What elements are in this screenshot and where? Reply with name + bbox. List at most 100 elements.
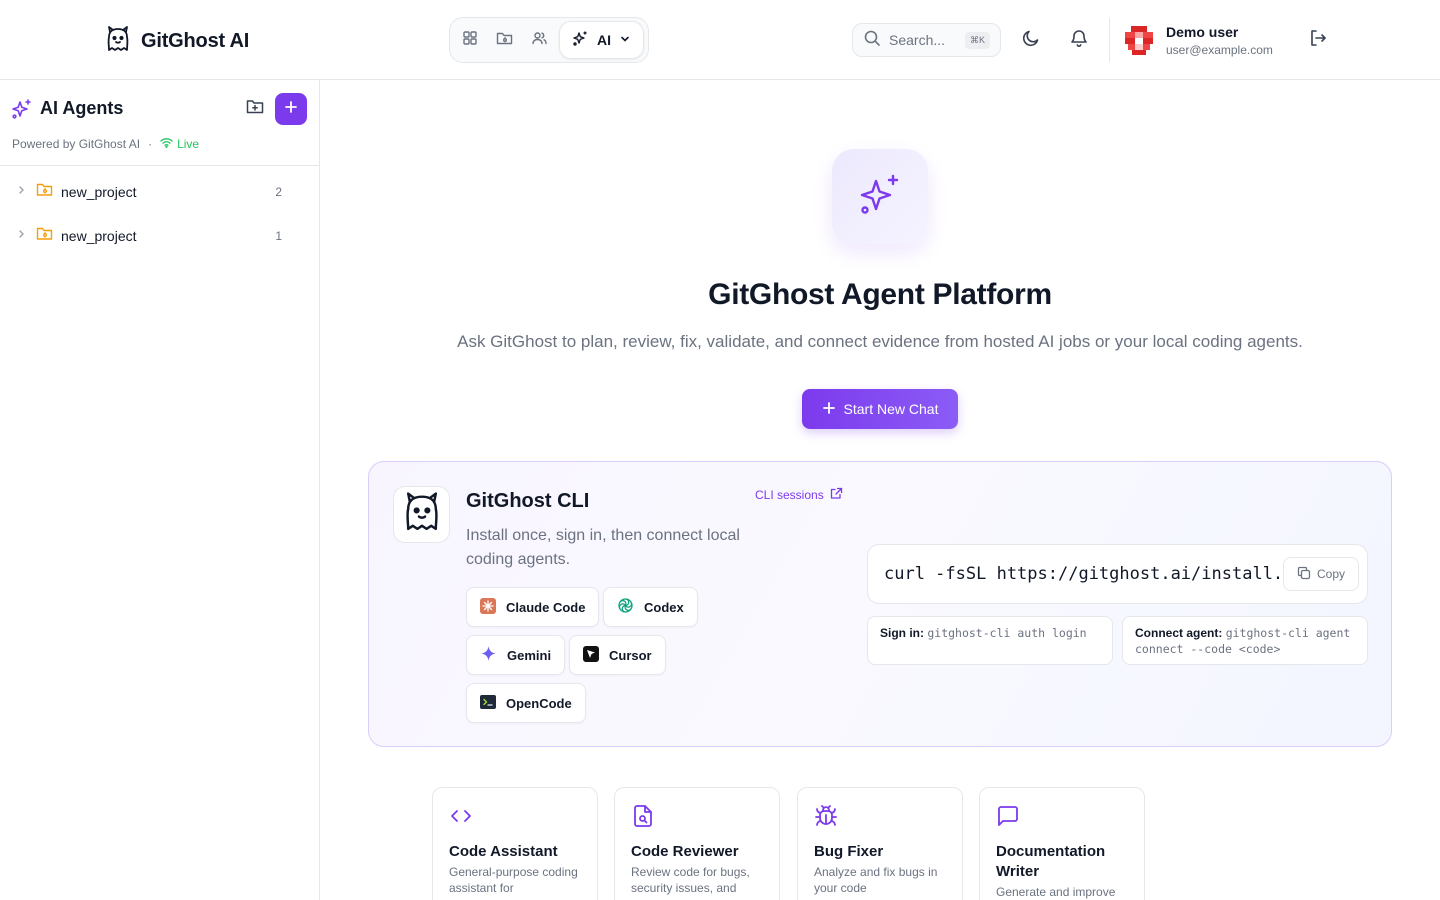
chevron-right-icon [12, 183, 30, 201]
file-search-icon [631, 805, 655, 832]
nav-dashboard[interactable] [454, 22, 485, 58]
powered-by-text: Powered by GitGhost AI [12, 137, 141, 151]
page-title: GitGhost Agent Platform [708, 278, 1052, 311]
agent-chip-cursor[interactable]: Cursor [569, 635, 666, 675]
logout-icon [1308, 28, 1328, 53]
agent-chip-label: Claude Code [506, 599, 586, 615]
folder-git-icon [496, 30, 513, 51]
agent-chip-codex[interactable]: Codex [603, 587, 698, 627]
agent-card-title: Bug Fixer [814, 843, 884, 860]
header-divider [1109, 18, 1110, 62]
start-new-chat-button[interactable]: Start New Chat [802, 389, 958, 429]
agent-card-title: Code Reviewer [631, 843, 739, 860]
notifications-button[interactable] [1064, 25, 1094, 55]
new-folder-button[interactable] [241, 95, 269, 123]
page-subtitle: Ask GitGhost to plan, review, fix, valid… [457, 332, 1303, 351]
subtitle-separator: · [148, 137, 153, 151]
brand[interactable]: GitGhost AI [103, 24, 249, 59]
copy-button[interactable]: Copy [1283, 557, 1359, 591]
sparkles-icon [11, 98, 33, 125]
agent-chip-opencode[interactable]: OpenCode [466, 683, 586, 723]
agent-card-desc: Analyze and fix bugs in your code [814, 865, 938, 895]
sign-in-label: Sign in: [880, 626, 924, 640]
folder-plus-icon [246, 98, 264, 120]
copy-icon [1297, 566, 1311, 583]
connect-agent-hint: Connect agent: gitghost-cli agent connec… [1122, 616, 1368, 665]
sign-in-command: gitghost-cli auth login [927, 626, 1087, 640]
cursor-icon [583, 645, 599, 665]
sidebar-item-label: new_project [61, 228, 137, 244]
agent-card-desc: General-purpose coding assistant for [449, 865, 578, 895]
agent-chip-gemini[interactable]: Gemini [466, 635, 566, 675]
gemini-icon [480, 645, 497, 665]
sidebar-header: AI Agents Powered by GitGhost AI · Live [0, 80, 319, 166]
search-shortcut: ⌘K [964, 31, 990, 49]
live-label: Live [177, 137, 200, 151]
nav-ai-label: AI [597, 32, 611, 48]
wifi-icon [160, 137, 173, 151]
agent-chip-label: OpenCode [506, 695, 572, 711]
claude-icon [480, 597, 496, 617]
cli-description: Install once, sign in, then connect loca… [466, 527, 740, 568]
agent-chip-claude-code[interactable]: Claude Code [466, 587, 600, 627]
bell-icon [1069, 28, 1089, 53]
moon-icon [1021, 28, 1041, 53]
start-new-chat-label: Start New Chat [843, 401, 939, 417]
message-square-icon [996, 806, 1020, 832]
agent-card-title: Documentation Writer [996, 843, 1106, 880]
top-header: GitGhost AI AI Search... ⌘K Demo user us… [0, 0, 1440, 80]
install-command-box[interactable]: curl -fsSL https://gitghost.ai/install.s… [867, 544, 1368, 604]
sparkles-icon [856, 171, 904, 224]
cli-sessions-link[interactable]: CLI sessions [755, 487, 843, 503]
nav-team[interactable] [524, 22, 555, 58]
code-icon [449, 810, 473, 832]
connect-agent-label: Connect agent: [1135, 626, 1223, 640]
terminal-icon [480, 694, 496, 712]
avatar[interactable] [1122, 23, 1156, 57]
agent-card-title: Code Assistant [449, 843, 558, 860]
search-icon [863, 29, 881, 52]
sign-in-hint: Sign in: gitghost-cli auth login [867, 616, 1113, 665]
chevron-right-icon [12, 227, 30, 245]
install-command: curl -fsSL https://gitghost.ai/install.s… [884, 564, 1283, 584]
logout-button[interactable] [1303, 25, 1333, 55]
sparkles-icon [572, 30, 589, 50]
hero-icon-tile [832, 149, 928, 245]
theme-toggle-button[interactable] [1016, 25, 1046, 55]
agent-card-desc: Review code for bugs, security issues, a… [631, 865, 750, 895]
cli-logo [393, 486, 450, 543]
agent-chip-label: Cursor [609, 647, 652, 663]
nav-ai-dropdown[interactable]: AI [559, 21, 644, 59]
agent-card-desc: Generate and improve [996, 885, 1116, 899]
ghost-logo-icon [399, 489, 445, 540]
folder-git-icon [36, 182, 53, 202]
openai-icon [617, 597, 634, 617]
agent-chip-label: Codex [644, 599, 684, 615]
agent-card-code-reviewer[interactable]: Code Reviewer Review code for bugs, secu… [614, 787, 780, 900]
sidebar-subtitle: Powered by GitGhost AI · Live [12, 137, 199, 151]
agent-card-code-assistant[interactable]: Code Assistant General-purpose coding as… [432, 787, 598, 900]
user-email: user@example.com [1166, 43, 1273, 57]
cli-title: GitGhost CLI [466, 490, 590, 512]
bug-icon [814, 805, 838, 832]
cli-sessions-label: CLI sessions [755, 488, 824, 502]
sidebar-item-project[interactable]: new_project 1 [12, 220, 282, 252]
sidebar-item-count: 1 [275, 229, 282, 243]
search-placeholder: Search... [889, 32, 946, 48]
user-name: Demo user [1166, 24, 1239, 40]
folder-git-icon [36, 226, 53, 246]
dashboard-icon [462, 30, 478, 51]
nav-repositories[interactable] [489, 22, 520, 58]
agent-card-bug-fixer[interactable]: Bug Fixer Analyze and fix bugs in your c… [797, 787, 963, 900]
brand-name: GitGhost AI [141, 30, 250, 52]
cli-card: GitGhost CLI Install once, sign in, then… [368, 461, 1392, 747]
search-input[interactable]: Search... ⌘K [852, 23, 1001, 57]
ghost-logo-icon [103, 24, 133, 59]
agent-card-documentation-writer[interactable]: Documentation Writer Generate and improv… [979, 787, 1145, 900]
new-agent-button[interactable] [275, 93, 307, 125]
sidebar: AI Agents Powered by GitGhost AI · Live [0, 80, 320, 900]
users-icon [531, 30, 548, 51]
plus-icon [284, 100, 298, 119]
agent-chip-label: Gemini [507, 647, 552, 663]
sidebar-item-project[interactable]: new_project 2 [12, 176, 282, 208]
